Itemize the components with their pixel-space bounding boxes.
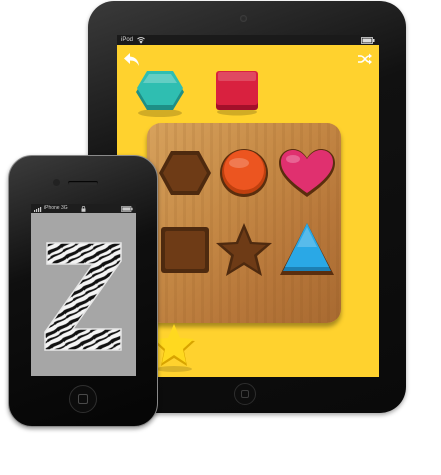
ipad-status-bar: iPod <box>117 35 379 45</box>
zebra-letter-z[interactable] <box>41 239 126 354</box>
ipad-home-button[interactable] <box>234 383 256 405</box>
pink-heart-piece[interactable] <box>279 149 335 197</box>
board-slots <box>159 149 335 276</box>
red-cube-piece[interactable] <box>213 68 261 116</box>
iphone-status-bar: iPhone 3G <box>31 204 136 213</box>
signal-icon <box>34 204 43 216</box>
iphone-speaker <box>68 181 98 185</box>
wifi-icon <box>137 35 145 48</box>
orange-circle-piece[interactable] <box>220 149 268 197</box>
wooden-shape-board <box>147 123 341 323</box>
battery-icon <box>361 35 375 48</box>
star-slot[interactable] <box>216 223 272 276</box>
battery-icon <box>121 204 133 216</box>
ipad-camera <box>240 15 247 22</box>
iphone-device: iPhone 3G <box>8 155 158 427</box>
blue-triangle-piece[interactable] <box>280 223 334 275</box>
teal-hexagon-piece[interactable] <box>133 68 187 118</box>
shuffle-icon <box>358 53 372 65</box>
lock-icon <box>81 204 86 216</box>
iphone-screen: iPhone 3G <box>31 204 136 376</box>
back-arrow-icon <box>124 53 139 66</box>
iphone-camera <box>53 179 60 186</box>
shuffle-button[interactable] <box>358 53 372 68</box>
carrier-label: iPod <box>121 37 134 43</box>
iphone-home-button[interactable] <box>69 385 97 413</box>
carrier-label: iPhone 3G <box>44 205 68 211</box>
hexagon-slot[interactable] <box>159 151 211 195</box>
square-slot[interactable] <box>161 227 209 273</box>
